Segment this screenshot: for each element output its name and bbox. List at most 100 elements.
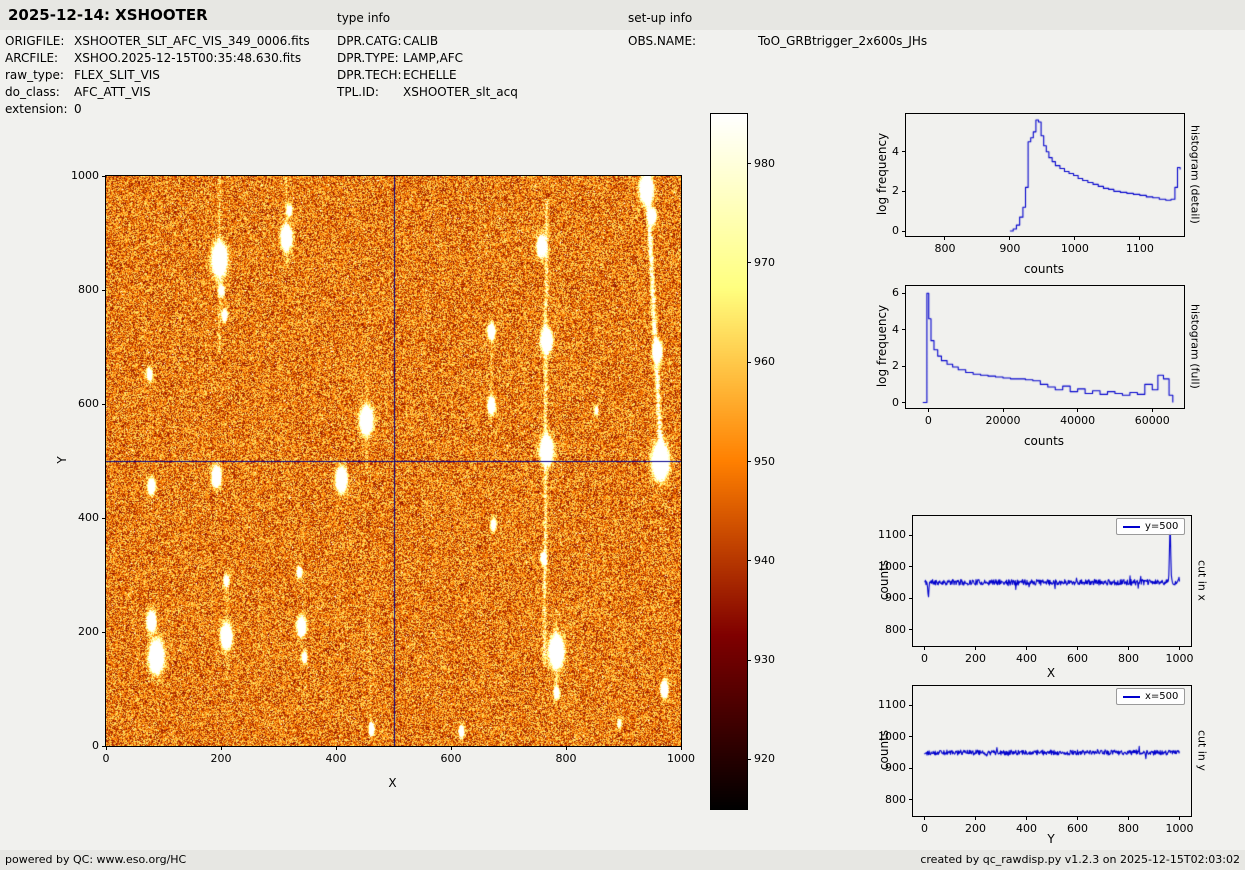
type-info-heading: type info	[337, 11, 390, 25]
x-tick-mark	[681, 747, 682, 750]
x-tick-mark	[1026, 817, 1027, 820]
colorbar-canvas	[711, 114, 747, 809]
y-tick-mark	[902, 293, 905, 294]
histogram-full-right-label: histogram (full)	[1188, 285, 1202, 407]
histogram-detail-plot: 80090010001100024	[905, 113, 1185, 237]
x-tick-label: 900	[985, 242, 1035, 255]
y-tick-label: 0	[59, 739, 99, 752]
y-tick-mark	[902, 151, 905, 152]
cut-in-x-legend: y=500	[1116, 518, 1185, 535]
meta-label: extension:	[5, 102, 74, 116]
y-tick-mark	[909, 598, 912, 599]
colorbar-tick-label: 960	[754, 355, 794, 368]
histogram-full-x-axis-label: counts	[905, 434, 1183, 448]
meta-value: XSHOOTER_SLT_AFC_VIS_349_0006.fits	[74, 34, 310, 48]
colorbar-tick-mark	[748, 262, 751, 263]
legend-label: x=500	[1145, 691, 1178, 702]
y-tick-mark	[902, 329, 905, 330]
colorbar-tick-mark	[748, 362, 751, 363]
x-tick-mark	[451, 747, 452, 750]
histogram-detail-right-label: histogram (detail)	[1188, 113, 1202, 235]
y-tick-label: 1000	[59, 169, 99, 182]
colorbar-tick-label: 970	[754, 256, 794, 269]
x-tick-mark	[221, 747, 222, 750]
meta-label: DPR.CATG:	[337, 34, 403, 48]
x-tick-mark	[1128, 647, 1129, 650]
meta-value: XSHOO.2025-12-15T00:35:48.630.fits	[74, 51, 301, 65]
y-tick-mark	[909, 535, 912, 536]
x-tick-mark	[336, 747, 337, 750]
histogram-full-y-axis-label: log frequency	[875, 296, 889, 396]
footer-qc-link[interactable]: powered by QC: www.eso.org/HC	[5, 853, 186, 866]
y-tick-mark	[102, 290, 105, 291]
cut-in-y-right-label: cut in y	[1195, 685, 1209, 815]
meta-value: ToO_GRBtrigger_2x600s_JHs	[758, 34, 927, 48]
y-tick-mark	[102, 632, 105, 633]
x-tick-label: 800	[1104, 652, 1154, 665]
meta-label: raw_type:	[5, 68, 74, 82]
cut-in-y-x-axis-label: Y	[912, 832, 1190, 846]
x-tick-label: 200	[196, 752, 246, 765]
histogram-detail-x-axis-label: counts	[905, 262, 1183, 276]
colorbar-tick-mark	[748, 660, 751, 661]
x-tick-mark	[1074, 237, 1075, 240]
x-tick-mark	[1128, 817, 1129, 820]
cut-in-x-right-label: cut in x	[1195, 515, 1209, 645]
main-y-axis-label: Y	[55, 410, 69, 510]
x-tick-label: 800	[920, 242, 970, 255]
meta-value: 0	[74, 102, 82, 116]
cut-in-x-y-axis-label: counts	[877, 530, 891, 630]
meta-label: DPR.TYPE:	[337, 51, 403, 65]
meta-label: do_class:	[5, 85, 74, 99]
x-tick-label: 600	[1053, 652, 1103, 665]
x-tick-mark	[1009, 237, 1010, 240]
x-tick-mark	[566, 747, 567, 750]
cut-in-y-legend: x=500	[1116, 688, 1185, 705]
y-tick-mark	[102, 518, 105, 519]
meta-value: ECHELLE	[403, 68, 457, 82]
y-tick-mark	[102, 404, 105, 405]
x-tick-mark	[924, 817, 925, 820]
x-tick-mark	[1152, 409, 1153, 412]
x-tick-label: 1100	[1115, 242, 1165, 255]
x-tick-mark	[106, 747, 107, 750]
x-tick-label: 400	[1001, 652, 1051, 665]
y-tick-mark	[102, 746, 105, 747]
x-tick-label: 600	[426, 752, 476, 765]
cut-in-y-y-axis-label: counts	[877, 700, 891, 800]
y-tick-mark	[909, 629, 912, 630]
x-tick-mark	[1077, 409, 1078, 412]
meta-row-dprcatg: DPR.CATG:CALIB	[337, 34, 438, 48]
legend-label: y=500	[1145, 521, 1178, 532]
setup-info-heading: set-up info	[628, 11, 692, 25]
colorbar-tick-mark	[748, 163, 751, 164]
meta-row-rawtype: raw_type:FLEX_SLIT_VIS	[5, 68, 160, 82]
meta-row-tplid: TPL.ID:XSHOOTER_slt_acq	[337, 85, 518, 99]
y-tick-mark	[902, 402, 905, 403]
meta-row-extension: extension:0	[5, 102, 82, 116]
x-tick-mark	[924, 647, 925, 650]
colorbar-tick-mark	[748, 461, 751, 462]
x-tick-mark	[975, 817, 976, 820]
x-tick-label: 60000	[1127, 414, 1177, 427]
meta-value: XSHOOTER_slt_acq	[403, 85, 518, 99]
meta-row-obsname: OBS.NAME:ToO_GRBtrigger_2x600s_JHs	[628, 34, 927, 48]
x-tick-label: 1000	[656, 752, 706, 765]
x-tick-label: 20000	[978, 414, 1028, 427]
meta-row-dprtype: DPR.TYPE:LAMP,AFC	[337, 51, 463, 65]
colorbar-tick-label: 950	[754, 455, 794, 468]
meta-row-arcfile: ARCFILE:XSHOO.2025-12-15T00:35:48.630.fi…	[5, 51, 301, 65]
colorbar-tick-label: 980	[754, 157, 794, 170]
meta-row-dprtech: DPR.TECH:ECHELLE	[337, 68, 457, 82]
meta-value: AFC_ATT_VIS	[74, 85, 151, 99]
x-tick-label: 800	[541, 752, 591, 765]
x-tick-label: 1000	[1050, 242, 1100, 255]
x-tick-mark	[1179, 817, 1180, 820]
y-tick-label: 0	[859, 396, 899, 409]
y-tick-label: 0	[859, 224, 899, 237]
y-tick-mark	[902, 231, 905, 232]
histogram-full-plot: 02000040000600000246	[905, 285, 1185, 409]
meta-value: FLEX_SLIT_VIS	[74, 68, 160, 82]
colorbar-tick-mark	[748, 759, 751, 760]
meta-label: ORIGFILE:	[5, 34, 74, 48]
